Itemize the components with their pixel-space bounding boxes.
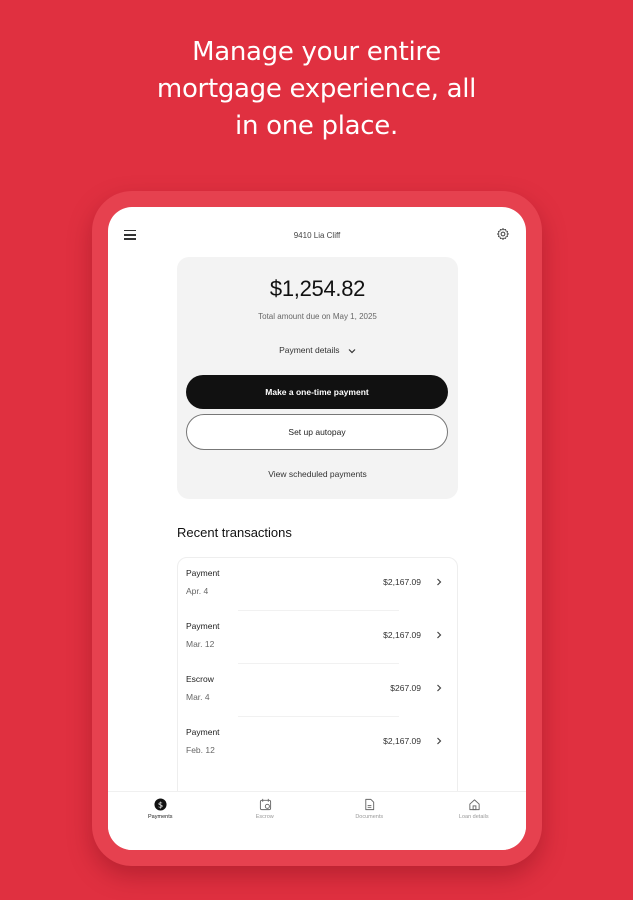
loan-title: 9410 Lia Cliff xyxy=(293,231,341,240)
transaction-row[interactable]: Payment Apr. 4 $2,167.09 xyxy=(178,558,459,611)
transaction-date: Mar. 4 xyxy=(186,692,210,702)
transactions-list: Payment Apr. 4 $2,167.09 Payment Mar. 12… xyxy=(177,557,458,807)
view-scheduled-payments-link[interactable]: View scheduled payments xyxy=(177,469,458,479)
nav-label: Payments xyxy=(148,814,173,820)
transaction-date: Mar. 12 xyxy=(186,639,215,649)
document-icon xyxy=(365,798,375,811)
transaction-type: Payment xyxy=(186,568,220,578)
nav-item-loan-details[interactable]: Loan details xyxy=(422,792,527,850)
chevron-right-icon xyxy=(437,578,442,586)
headline-line-3: in one place. xyxy=(235,111,398,141)
home-icon xyxy=(468,799,480,811)
nav-label: Escrow xyxy=(255,814,274,820)
marketing-headline: Manage your entire mortgage experience, … xyxy=(0,34,633,145)
nav-item-escrow[interactable]: Escrow xyxy=(213,792,318,850)
amount-due: $1,254.82 xyxy=(269,276,366,301)
chevron-down-icon xyxy=(348,348,356,354)
one-time-payment-button[interactable]: Make a one-time payment xyxy=(186,375,448,409)
transaction-row[interactable]: Payment Mar. 12 $2,167.09 xyxy=(178,611,459,664)
transaction-type: Escrow xyxy=(186,674,214,684)
nav-label: Documents xyxy=(355,814,384,820)
transaction-date: Feb. 12 xyxy=(186,745,215,755)
chevron-right-icon xyxy=(437,631,442,639)
chevron-right-icon xyxy=(437,737,442,745)
bottom-navigation: $ Payments Escrow Documents Loan details xyxy=(108,791,526,850)
payment-summary-card: $1,254.82 Total amount due on May 1, 202… xyxy=(177,257,458,499)
dollar-circle-icon: $ xyxy=(154,798,167,811)
app-screen: 9410 Lia Cliff $1,254.82 Total amount du… xyxy=(108,207,526,850)
transaction-row[interactable]: Payment Feb. 12 $2,167.09 xyxy=(178,717,459,770)
headline-line-2: mortgage experience, all xyxy=(156,74,477,104)
svg-text:$: $ xyxy=(158,799,163,809)
nav-item-documents[interactable]: Documents xyxy=(317,792,422,850)
gear-icon[interactable] xyxy=(496,227,510,241)
payment-details-label: Payment details xyxy=(279,345,340,355)
transaction-type: Payment xyxy=(186,621,220,631)
nav-item-payments[interactable]: $ Payments xyxy=(108,792,213,850)
transaction-amount: $267.09 xyxy=(390,683,421,693)
headline-line-1: Manage your entire xyxy=(192,37,441,67)
recent-transactions-heading: Recent transactions xyxy=(177,525,292,540)
transaction-type: Payment xyxy=(186,727,220,737)
top-bar: 9410 Lia Cliff xyxy=(108,207,526,263)
chevron-right-icon xyxy=(437,684,442,692)
nav-label: Loan details xyxy=(458,814,489,820)
autopay-button[interactable]: Set up autopay xyxy=(186,414,448,450)
due-date-text: Total amount due on May 1, 2025 xyxy=(258,312,377,321)
transaction-row[interactable]: Escrow Mar. 4 $267.09 xyxy=(178,664,459,717)
transaction-date: Apr. 4 xyxy=(186,586,209,596)
transaction-amount: $2,167.09 xyxy=(383,630,421,640)
transaction-amount: $2,167.09 xyxy=(383,736,421,746)
escrow-icon xyxy=(259,798,271,811)
transaction-amount: $2,167.09 xyxy=(383,577,421,587)
tablet-frame: 9410 Lia Cliff $1,254.82 Total amount du… xyxy=(92,191,542,866)
payment-details-toggle[interactable]: Payment details xyxy=(177,345,458,355)
